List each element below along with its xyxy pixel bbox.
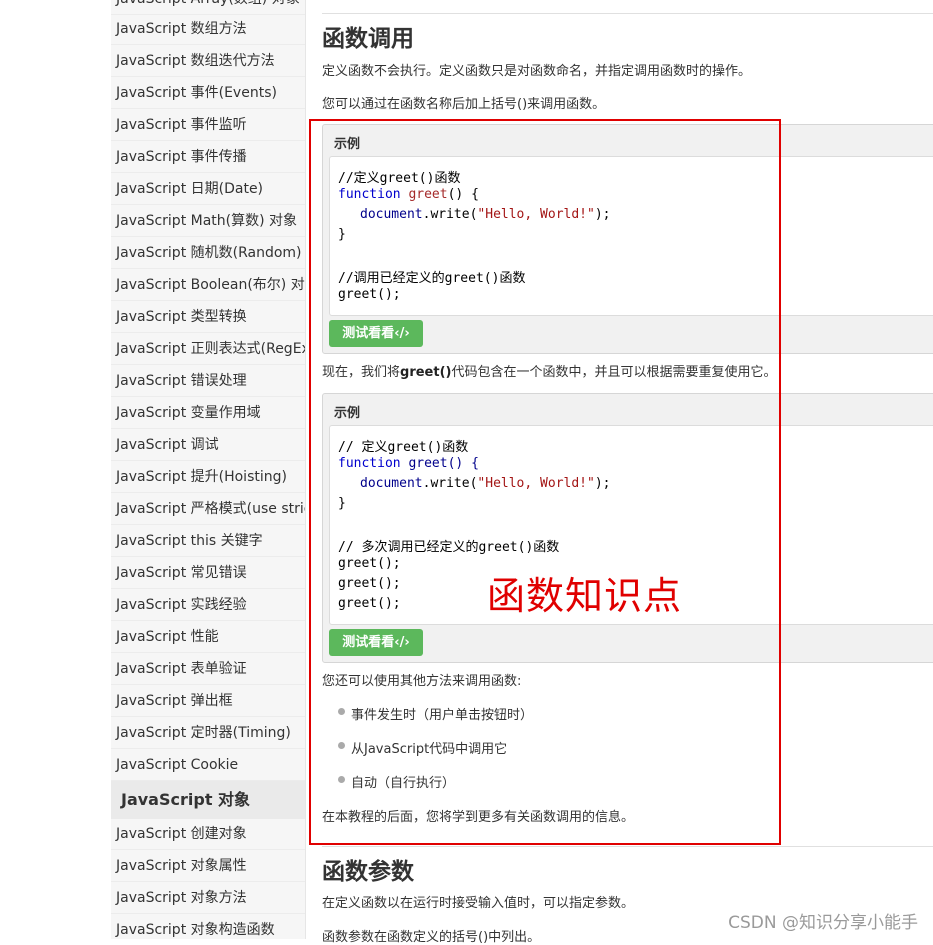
annotation-label: 函数知识点 [487,574,683,618]
sidebar-item[interactable]: JavaScript 变量作用域 [111,398,305,429]
sidebar-item[interactable]: JavaScript 严格模式(use strict) [111,494,305,525]
paragraph: 在定义函数以在运行时接受输入值时，可以指定参数。 [322,896,635,911]
sidebar-item[interactable]: JavaScript 对象方法 [111,883,305,914]
sidebar-item[interactable]: JavaScript 正则表达式(RegExp) [111,334,305,365]
sidebar-item[interactable]: JavaScript 性能 [111,622,305,653]
divider [322,13,933,14]
annotation-box [309,119,781,845]
sidebar-item[interactable]: JavaScript 实践经验 [111,590,305,621]
sidebar-item-array[interactable]: JavaScript Array(数组) 对象 [111,0,305,15]
sidebar-item[interactable]: JavaScript 提升(Hoisting) [111,462,305,493]
sidebar-item[interactable]: JavaScript 事件监听 [111,110,305,141]
sidebar-item[interactable]: JavaScript 定时器(Timing) [111,718,305,749]
sidebar-section-heading: JavaScript 对象 [111,781,305,819]
sidebar-item[interactable]: JavaScript 日期(Date) [111,174,305,205]
sidebar-item[interactable]: JavaScript 常见错误 [111,558,305,589]
sidebar-item[interactable]: JavaScript 事件(Events) [111,78,305,109]
paragraph: 您可以通过在函数名称后加上括号()来调用函数。 [322,97,606,112]
paragraph: 函数参数在函数定义的括号()中列出。 [322,930,541,945]
sidebar-item[interactable]: JavaScript Math(算数) 对象 [111,206,305,237]
sidebar-item[interactable]: JavaScript 随机数(Random) [111,238,305,269]
divider [322,846,933,847]
sidebar-item[interactable]: JavaScript 类型转换 [111,302,305,333]
sidebar-item[interactable]: JavaScript 数组迭代方法 [111,46,305,77]
section-title-function-call: 函数调用 [322,26,414,52]
sidebar-item[interactable]: JavaScript Cookie [111,750,305,781]
sidebar-item[interactable]: JavaScript 对象构造函数 [111,915,305,939]
sidebar-item[interactable]: JavaScript 数组方法 [111,14,305,45]
sidebar-item[interactable]: JavaScript 对象属性 [111,851,305,882]
sidebar-item[interactable]: JavaScript 表单验证 [111,654,305,685]
sidebar-item[interactable]: JavaScript this 关键字 [111,526,305,557]
sidebar-item[interactable]: JavaScript 事件传播 [111,142,305,173]
sidebar-item[interactable]: JavaScript Boolean(布尔) 对象 [111,270,305,301]
sidebar-item[interactable]: JavaScript 创建对象 [111,819,305,850]
sidebar-nav: JavaScript Array(数组) 对象 JavaScript 数组方法 … [111,0,306,939]
paragraph: 定义函数不会执行。定义函数只是对函数命名，并指定调用函数时的操作。 [322,64,752,79]
section-title-function-params: 函数参数 [322,859,414,885]
sidebar-item[interactable]: JavaScript 错误处理 [111,366,305,397]
watermark: CSDN @知识分享小能手 [728,913,918,933]
sidebar-item[interactable]: JavaScript 弹出框 [111,686,305,717]
sidebar-item[interactable]: JavaScript 调试 [111,430,305,461]
